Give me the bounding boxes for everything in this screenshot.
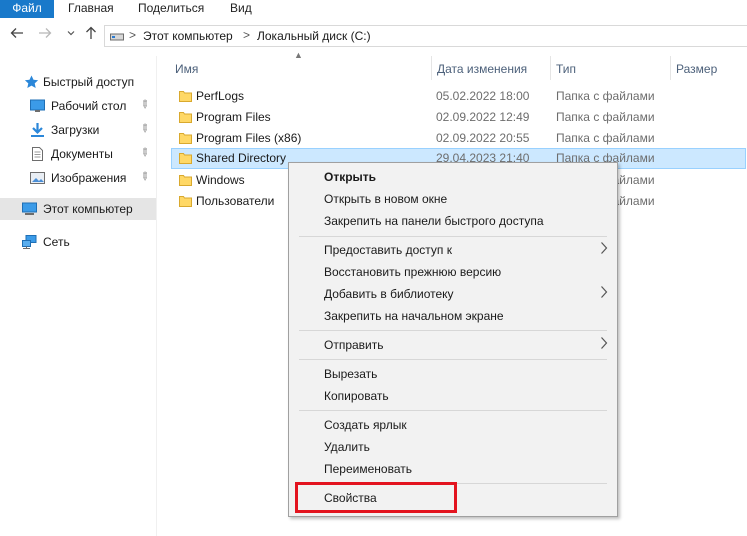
menu-item-copy[interactable]: Копировать bbox=[291, 385, 615, 407]
arrow-right-icon bbox=[39, 28, 52, 38]
sidebar-item-pictures[interactable]: Изображения ✎ bbox=[0, 167, 156, 189]
drive-icon bbox=[110, 33, 124, 41]
ribbon: Файл Главная Поделиться Вид bbox=[0, 0, 747, 18]
arrow-left-icon bbox=[10, 28, 23, 38]
sidebar-item-documents[interactable]: Документы ✎ bbox=[0, 143, 156, 165]
pin-icon: ✎ bbox=[136, 145, 152, 161]
folder-icon bbox=[179, 91, 192, 102]
menu-item-open[interactable]: Открыть bbox=[291, 166, 615, 188]
pane-divider[interactable] bbox=[156, 56, 157, 536]
file-name: Shared Directory bbox=[196, 151, 287, 165]
forward-button[interactable] bbox=[36, 26, 54, 44]
address-bar[interactable]: > Этот компьютер > Локальный диск (C:) bbox=[104, 25, 747, 47]
sidebar-item-label: Этот компьютер bbox=[43, 202, 133, 216]
menu-separator bbox=[299, 236, 607, 237]
breadcrumb-separator: > bbox=[243, 28, 251, 42]
back-button[interactable] bbox=[8, 26, 26, 44]
recent-locations-button[interactable] bbox=[62, 26, 80, 44]
tab-view[interactable]: Вид bbox=[230, 0, 252, 18]
column-header-name[interactable]: Имя bbox=[169, 60, 431, 80]
menu-item-restore-previous[interactable]: Восстановить прежнюю версию bbox=[291, 261, 615, 283]
sidebar-item-downloads[interactable]: Загрузки ✎ bbox=[0, 119, 156, 141]
file-name: Пользователи bbox=[196, 194, 275, 208]
chevron-right-icon bbox=[600, 241, 608, 258]
sidebar-item-desktop[interactable]: Рабочий стол ✎ bbox=[0, 95, 156, 117]
navigation-pane: Быстрый доступ Рабочий стол ✎ Загрузки ✎… bbox=[0, 62, 156, 536]
file-date: 05.02.2022 18:00 bbox=[436, 89, 530, 103]
column-header-date[interactable]: Дата изменения bbox=[431, 60, 550, 80]
arrow-up-icon bbox=[86, 26, 96, 39]
column-header-type[interactable]: Тип bbox=[550, 60, 670, 80]
sidebar-item-quick-access[interactable]: Быстрый доступ bbox=[0, 71, 156, 93]
chevron-right-icon bbox=[600, 336, 608, 353]
folder-icon bbox=[179, 153, 192, 164]
sidebar-item-label: Быстрый доступ bbox=[43, 75, 135, 89]
file-row[interactable]: Program Files (x86) 02.09.2022 20:55 Пап… bbox=[171, 128, 746, 149]
sidebar-item-label: Документы bbox=[51, 147, 113, 161]
desktop-icon bbox=[30, 99, 45, 112]
menu-separator bbox=[299, 359, 607, 360]
file-row[interactable]: Program Files 02.09.2022 12:49 Папка с ф… bbox=[171, 107, 746, 128]
file-row[interactable]: PerfLogs 05.02.2022 18:00 Папка с файлам… bbox=[171, 86, 746, 107]
menu-separator bbox=[299, 410, 607, 411]
breadcrumb-separator: > bbox=[129, 28, 137, 42]
file-name: PerfLogs bbox=[196, 89, 245, 103]
folder-icon bbox=[179, 133, 192, 144]
file-date: 02.09.2022 20:55 bbox=[436, 131, 530, 145]
sidebar-item-label: Изображения bbox=[51, 171, 127, 185]
sidebar-item-label: Рабочий стол bbox=[51, 99, 127, 113]
tab-home[interactable]: Главная bbox=[68, 0, 114, 18]
up-button[interactable] bbox=[82, 26, 100, 44]
breadcrumb-this-pc[interactable]: Этот компьютер bbox=[143, 29, 233, 43]
menu-item-cut[interactable]: Вырезать bbox=[291, 363, 615, 385]
menu-item-pin-quick-access[interactable]: Закрепить на панели быстрого доступа bbox=[291, 210, 615, 232]
menu-item-pin-start[interactable]: Закрепить на начальном экране bbox=[291, 305, 615, 327]
folder-icon bbox=[179, 196, 192, 207]
menu-item-give-access[interactable]: Предоставить доступ к bbox=[291, 239, 615, 261]
computer-icon bbox=[22, 202, 37, 215]
menu-item-open-new-window[interactable]: Открыть в новом окне bbox=[291, 188, 615, 210]
file-name: Program Files bbox=[196, 110, 271, 124]
menu-item-delete[interactable]: Удалить bbox=[291, 436, 615, 458]
file-name: Windows bbox=[196, 173, 245, 187]
star-icon bbox=[24, 75, 39, 88]
download-icon bbox=[31, 123, 44, 137]
pin-icon: ✎ bbox=[136, 169, 152, 185]
file-type: Папка с файлами bbox=[556, 131, 655, 145]
pin-icon: ✎ bbox=[136, 97, 152, 113]
highlight-annotation bbox=[295, 482, 457, 513]
document-icon bbox=[32, 147, 43, 161]
column-header-size[interactable]: Размер bbox=[670, 60, 747, 80]
folder-icon bbox=[179, 112, 192, 123]
pin-icon: ✎ bbox=[136, 121, 152, 137]
menu-separator bbox=[299, 330, 607, 331]
context-menu: Открыть Открыть в новом окне Закрепить н… bbox=[288, 162, 618, 517]
pictures-icon bbox=[30, 172, 45, 184]
sidebar-item-label: Загрузки bbox=[51, 123, 100, 137]
sidebar-item-network[interactable]: Сеть bbox=[0, 231, 156, 253]
file-type: Папка с файлами bbox=[556, 89, 655, 103]
chevron-down-icon bbox=[67, 31, 75, 36]
file-name: Program Files (x86) bbox=[196, 131, 302, 145]
menu-item-rename[interactable]: Переименовать bbox=[291, 458, 615, 480]
chevron-right-icon bbox=[600, 285, 608, 302]
menu-item-create-shortcut[interactable]: Создать ярлык bbox=[291, 414, 615, 436]
sidebar-item-label: Сеть bbox=[43, 235, 70, 249]
file-date: 02.09.2022 12:49 bbox=[436, 110, 530, 124]
sort-ascending-icon: ▲ bbox=[294, 50, 303, 60]
menu-item-add-to-library[interactable]: Добавить в библиотеку bbox=[291, 283, 615, 305]
menu-item-send-to[interactable]: Отправить bbox=[291, 334, 615, 356]
folder-icon bbox=[179, 175, 192, 186]
file-type: Папка с файлами bbox=[556, 110, 655, 124]
tab-share[interactable]: Поделиться bbox=[138, 0, 204, 18]
network-icon bbox=[22, 235, 37, 249]
tab-file[interactable]: Файл bbox=[0, 0, 54, 18]
breadcrumb-local-disk[interactable]: Локальный диск (C:) bbox=[257, 29, 371, 43]
sidebar-item-this-pc[interactable]: Этот компьютер bbox=[0, 198, 156, 220]
